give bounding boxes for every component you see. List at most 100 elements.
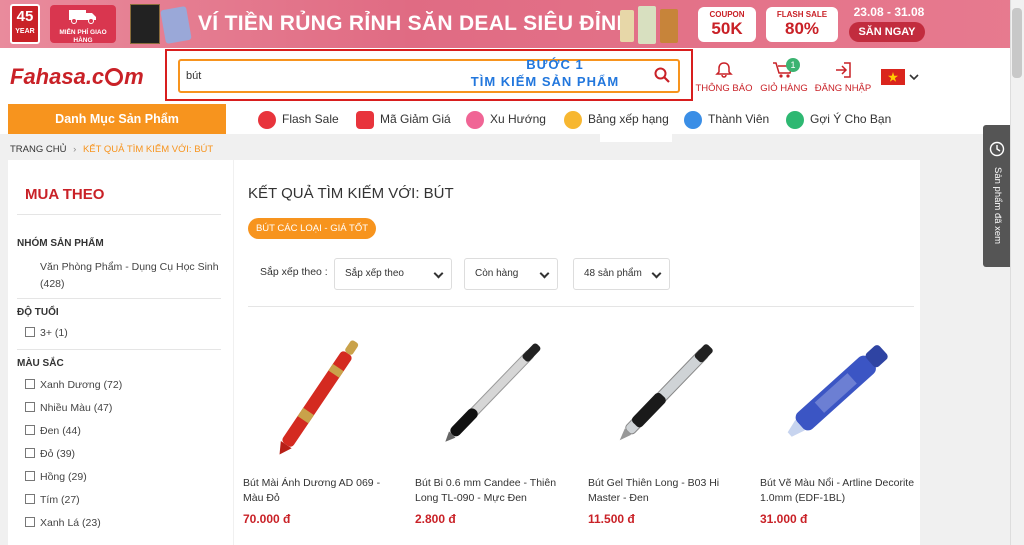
product-card[interactable]: Bút Bi 0.6 mm Candee - Thiên Long TL-090 …: [412, 312, 577, 542]
clock-icon: [989, 141, 1005, 157]
breadcrumb-current: KẾT QUẢ TÌM KIẾM VỚI: BÚT: [82, 144, 214, 155]
checkbox[interactable]: [25, 425, 35, 435]
filter-option-label: Đen: [40, 425, 60, 437]
sort-dropdown[interactable]: Sắp xếp theo: [334, 258, 452, 290]
page-scrollbar[interactable]: [1010, 0, 1024, 545]
filter-option-count: (1): [54, 327, 68, 339]
category-tag-button[interactable]: BÚT CÁC LOẠI - GIÁ TỐT: [248, 218, 376, 239]
checkbox[interactable]: [25, 471, 35, 481]
coupon-value: 50K: [711, 19, 743, 38]
results-heading: KẾT QUẢ TÌM KIẾM VỚI: BÚT: [248, 185, 454, 202]
freeship-text: MIỄN PHÍ GIAO HÀNG: [59, 29, 107, 44]
checkbox[interactable]: [25, 517, 35, 527]
breadcrumb-home-link[interactable]: TRANG CHỦ: [10, 144, 66, 155]
filter-option-color[interactable]: Xanh Lá (23): [25, 517, 101, 529]
checkbox[interactable]: [25, 327, 35, 337]
product-price: 31.000 đ: [760, 512, 808, 526]
breadcrumb: TRANG CHỦ › KẾT QUẢ TÌM KIẾM VỚI: BÚT: [10, 144, 213, 155]
checkbox[interactable]: [25, 494, 35, 504]
nav-item-suggestions[interactable]: Gợi Ý Cho Bạn: [786, 108, 891, 130]
product-name-line: Màu Đỏ: [243, 492, 280, 504]
product-name-line: Bút Bi 0.6 mm Candee - Thiên: [415, 477, 557, 489]
filter-option-label: Tím: [40, 494, 59, 506]
checkbox[interactable]: [25, 402, 35, 412]
product-card[interactable]: Bút Gel Thiên Long - B03 Hi Master - Đen …: [585, 312, 750, 542]
language-selector[interactable]: [881, 68, 921, 86]
flash-sale-value: 80%: [784, 19, 820, 38]
product-name-line: 1.0mm (EDF-1BL): [760, 492, 846, 504]
product-price: 2.800 đ: [415, 512, 456, 526]
notifications-label: THÔNG BÁO: [695, 83, 753, 94]
login-button[interactable]: ĐĂNG NHẬP: [812, 56, 874, 98]
product-name-line: Long TL-090 - Mực Đen: [415, 492, 527, 504]
filter-option-color[interactable]: Đỏ (39): [25, 448, 75, 460]
nav-item-label: Flash Sale: [282, 112, 339, 126]
divider: [17, 298, 221, 299]
product-name: Bút Vẽ Màu Nổi - Artline Decorite 1.0mm (…: [760, 476, 917, 506]
filter-option-color[interactable]: Tím (27): [25, 494, 80, 506]
filter-option-age[interactable]: 3+ (1): [25, 327, 68, 339]
filter-option-label: Xanh Lá: [40, 517, 80, 529]
filter-option-color[interactable]: Xanh Dương (72): [25, 379, 122, 391]
black-ballpoint-pen-icon: [445, 343, 541, 442]
divider: [17, 214, 221, 215]
search-icon[interactable]: [654, 67, 670, 83]
stock-dropdown[interactable]: Còn hàng: [464, 258, 558, 290]
filter-color-title: MÀU SẮC: [17, 358, 64, 369]
filter-option-color[interactable]: Nhiều Màu (47): [25, 402, 112, 414]
login-label: ĐĂNG NHẬP: [814, 83, 872, 94]
recently-viewed-label: Sản phẩm đã xem: [992, 167, 1003, 245]
filter-option-label: Nhiều Màu: [40, 402, 91, 414]
filter-group-title: NHÓM SẢN PHẨM: [17, 238, 104, 249]
nav-item-trending[interactable]: Xu Hướng: [466, 108, 546, 130]
promo-dates: 23.08 - 31.08: [853, 5, 925, 19]
red-fountain-pen-icon: [279, 340, 359, 455]
product-name-line: Bút Mài Ánh Dương AD 069 -: [243, 477, 381, 489]
checkbox[interactable]: [25, 379, 35, 389]
product-name-line: Bút Vẽ Màu Nổi - Artline Decorite: [760, 477, 915, 489]
logo-circle-icon: [105, 68, 124, 86]
filter-option-category[interactable]: Văn Phòng Phẩm - Dụng Cụ Học Sinh (428): [40, 259, 225, 293]
product-name: Bút Bi 0.6 mm Candee - Thiên Long TL-090 …: [415, 476, 577, 506]
stock-dropdown-value: Còn hàng: [475, 268, 519, 279]
nav-item-label: Mã Giảm Giá: [380, 112, 451, 126]
promo-banner[interactable]: 45 YEAR MIỄN PHÍ GIAO HÀNG VÍ TIỀN RỦNG …: [0, 0, 1024, 48]
search-input[interactable]: [186, 65, 426, 87]
cart-button[interactable]: 1 GIỎ HÀNG: [756, 56, 812, 98]
anniversary-number: 45: [16, 8, 34, 25]
product-card[interactable]: Bút Vẽ Màu Nổi - Artline Decorite 1.0mm (…: [757, 312, 917, 542]
banner-products-image: [618, 4, 680, 44]
filter-age-title: ĐỘ TUỔI: [17, 307, 59, 318]
nav-item-membership[interactable]: Thành Viên: [684, 108, 769, 130]
anniversary-sub: YEAR: [15, 28, 35, 35]
filter-option-label: Đỏ: [40, 448, 54, 460]
product-card[interactable]: Bút Mài Ánh Dương AD 069 - Màu Đỏ 70.000 …: [240, 312, 405, 542]
voucher-icon: [356, 110, 374, 129]
notifications-button[interactable]: THÔNG BÁO: [694, 56, 754, 98]
recently-viewed-widget[interactable]: Sản phẩm đã xem: [983, 125, 1010, 267]
breadcrumb-separator-icon: ›: [73, 144, 77, 155]
site-logo[interactable]: Fahasa.c m: [10, 64, 144, 90]
filter-option-label: 3+: [40, 327, 52, 339]
per-page-dropdown[interactable]: 48 sản phẩm: [573, 258, 670, 290]
annotation-step-text: TÌM KIẾM SẢN PHẨM: [470, 74, 620, 89]
user-icon: [684, 110, 702, 129]
filter-option-count: (23): [82, 517, 101, 529]
nav-item-vouchers[interactable]: Mã Giảm Giá: [356, 108, 451, 130]
scrollbar-thumb[interactable]: [1012, 8, 1022, 78]
per-page-dropdown-value: 48 sản phẩm: [584, 268, 642, 279]
nav-item-label: Xu Hướng: [490, 112, 546, 126]
category-menu-button[interactable]: Danh Mục Sản Phẩm: [8, 104, 226, 134]
bell-icon: [715, 62, 733, 78]
product-name: Bút Gel Thiên Long - B03 Hi Master - Đen: [588, 476, 750, 506]
shop-now-button[interactable]: SĂN NGAY: [849, 22, 925, 42]
filter-option-label: Văn Phòng Phẩm - Dụng Cụ Học Sinh: [40, 261, 219, 273]
filter-option-color[interactable]: Hồng (29): [25, 471, 87, 483]
vietnam-flag-icon: [881, 69, 905, 85]
sidebar-title: MUA THEO: [25, 186, 105, 203]
checkbox[interactable]: [25, 448, 35, 458]
filter-option-color[interactable]: Đen (44): [25, 425, 81, 437]
filter-option-count: (27): [61, 494, 80, 506]
nav-item-flash-sale[interactable]: Flash Sale: [258, 108, 339, 130]
divider: [17, 349, 221, 350]
